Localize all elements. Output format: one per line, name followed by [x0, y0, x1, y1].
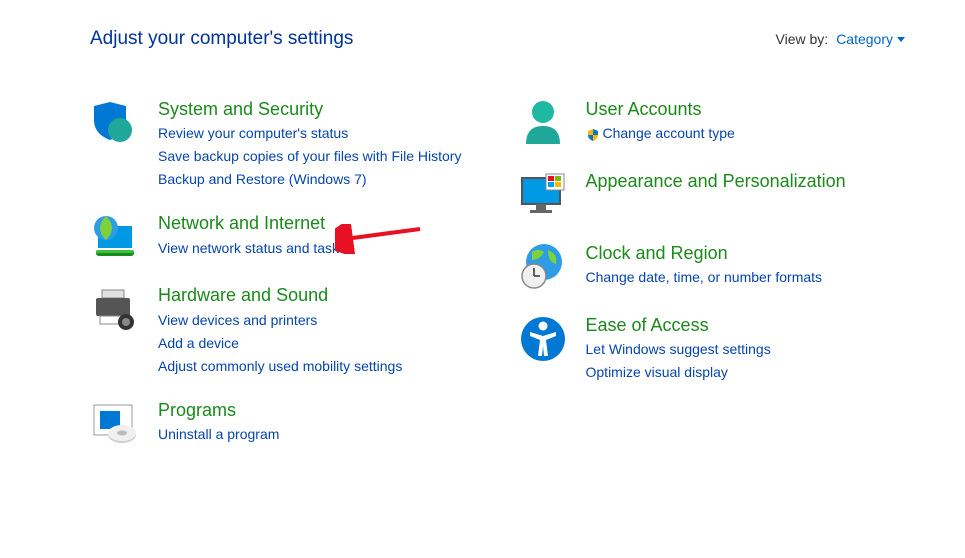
monitor-icon[interactable]: [518, 170, 568, 220]
category-title[interactable]: Programs: [158, 399, 279, 422]
category-link[interactable]: Change account type: [586, 123, 735, 144]
category-programs: Programs Uninstall a program: [90, 399, 478, 449]
category-columns: System and Security Review your computer…: [90, 98, 905, 449]
category-link[interactable]: Change date, time, or number formats: [586, 267, 823, 288]
view-by-dropdown[interactable]: Category: [836, 31, 905, 47]
category-title[interactable]: Hardware and Sound: [158, 284, 402, 307]
category-link[interactable]: Review your computer's status: [158, 123, 461, 144]
clock-globe-icon[interactable]: L: [518, 242, 568, 292]
left-column: System and Security Review your computer…: [90, 98, 478, 449]
programs-icon[interactable]: [90, 399, 140, 449]
category-title[interactable]: Network and Internet: [158, 212, 346, 235]
category-link[interactable]: Let Windows suggest settings: [586, 339, 771, 360]
category-title[interactable]: System and Security: [158, 98, 461, 121]
category-link[interactable]: Backup and Restore (Windows 7): [158, 169, 461, 190]
category-hardware-sound: Hardware and Sound View devices and prin…: [90, 284, 478, 376]
category-link[interactable]: View network status and tasks: [158, 238, 346, 259]
category-title[interactable]: Clock and Region: [586, 242, 823, 265]
header: Adjust your computer's settings View by:…: [90, 28, 905, 50]
printer-icon[interactable]: [90, 284, 140, 334]
network-icon[interactable]: [90, 212, 140, 262]
category-link[interactable]: Add a device: [158, 333, 402, 354]
user-icon[interactable]: [518, 98, 568, 148]
category-link[interactable]: View devices and printers: [158, 310, 402, 331]
category-link-text: Change account type: [603, 123, 735, 144]
category-clock-region: L Clock and Region Change date, time, or…: [518, 242, 906, 292]
view-by: View by: Category: [776, 31, 905, 47]
svg-text:L: L: [532, 268, 535, 274]
category-link[interactable]: Adjust commonly used mobility settings: [158, 356, 402, 377]
category-link[interactable]: Optimize visual display: [586, 362, 771, 383]
category-system-security: System and Security Review your computer…: [90, 98, 478, 190]
category-network-internet: Network and Internet View network status…: [90, 212, 478, 262]
category-ease-of-access: Ease of Access Let Windows suggest setti…: [518, 314, 906, 383]
chevron-down-icon: [897, 37, 905, 42]
category-link[interactable]: Uninstall a program: [158, 424, 279, 445]
category-user-accounts: User Accounts Change account type: [518, 98, 906, 148]
right-column: User Accounts Change account type: [518, 98, 906, 449]
category-title[interactable]: User Accounts: [586, 98, 735, 121]
category-link[interactable]: Save backup copies of your files with Fi…: [158, 146, 461, 167]
view-by-label: View by:: [776, 31, 829, 47]
category-title[interactable]: Appearance and Personalization: [586, 170, 846, 193]
shield-icon[interactable]: [90, 98, 140, 148]
category-appearance: Appearance and Personalization: [518, 170, 906, 220]
accessibility-icon[interactable]: [518, 314, 568, 364]
view-by-value-text: Category: [836, 31, 893, 47]
category-title[interactable]: Ease of Access: [586, 314, 771, 337]
uac-shield-icon: [586, 127, 600, 141]
page-title: Adjust your computer's settings: [90, 28, 353, 50]
